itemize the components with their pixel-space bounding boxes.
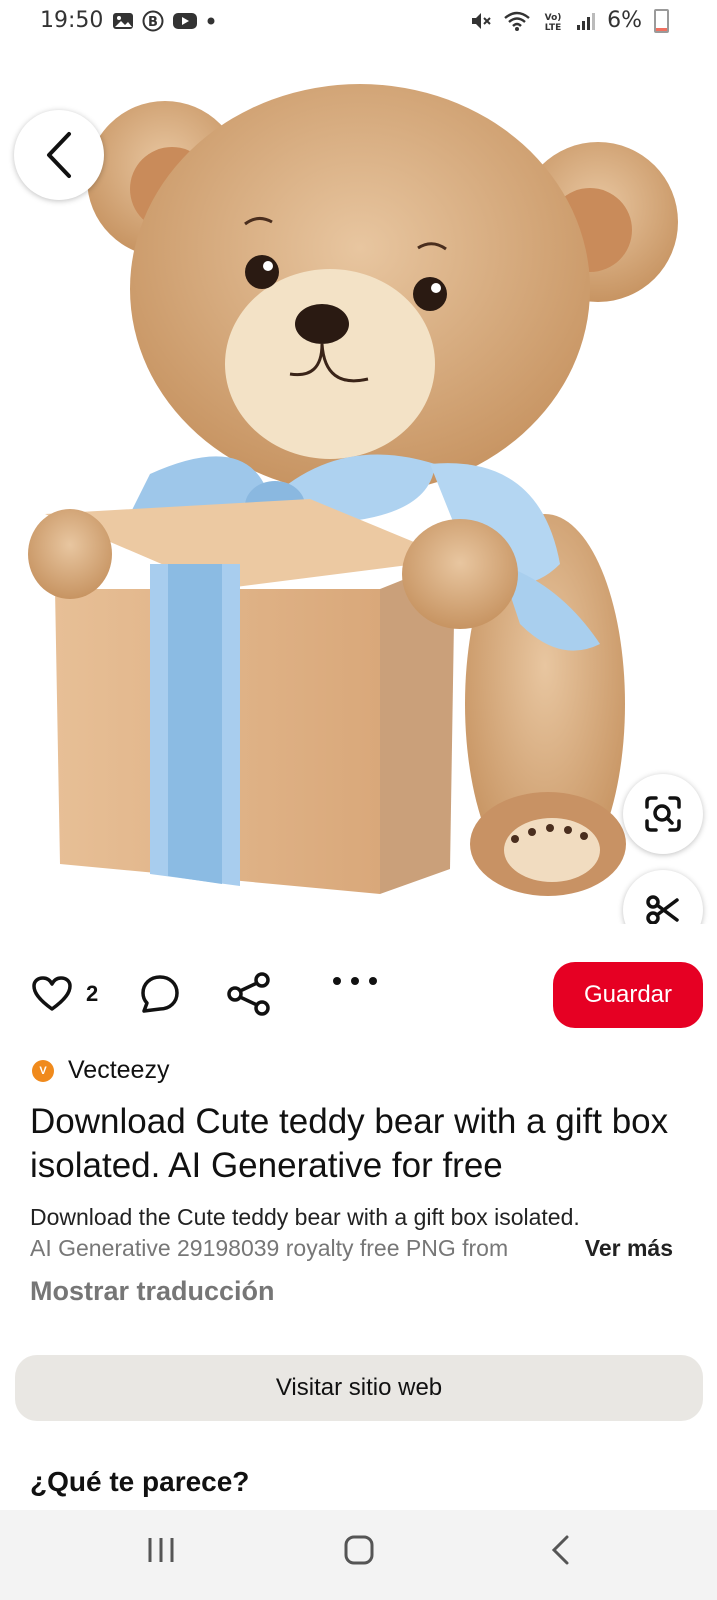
recents-icon [148,1538,174,1562]
recents-button[interactable] [145,1534,177,1571]
back-button[interactable] [14,110,104,200]
visit-website-button[interactable]: Visitar sitio web [15,1355,703,1421]
svg-text:Vo): Vo) [545,13,562,23]
youtube-icon [173,13,197,29]
back-icon [551,1535,569,1565]
share-icon [227,972,270,1016]
lens-search-icon [645,796,681,832]
see-more-link[interactable]: Ver más [572,1233,673,1264]
battery-icon [654,8,669,33]
source-name: Vecteezy [68,1056,170,1084]
heart-icon [32,976,72,1011]
more-options-button[interactable] [332,974,378,993]
like-button[interactable]: 2 [32,976,98,1012]
like-count: 2 [86,981,99,1006]
action-row: 2 Guardar [0,950,717,1040]
svg-text:B: B [148,15,158,30]
signal-icon [577,12,596,30]
visual-search-button[interactable] [623,774,703,854]
scissors-icon [646,895,679,924]
system-back-button[interactable] [549,1534,573,1571]
pin-image[interactable] [0,44,717,924]
gallery-icon [113,13,133,29]
volte-icon: Vo)LTE [545,13,562,32]
battery-percent: 6% [607,8,642,33]
share-button[interactable] [226,972,272,1021]
home-icon [344,1535,374,1565]
status-bar: 19:50 B Vo) LTE 6% [0,0,717,44]
home-button[interactable] [343,1534,375,1571]
feedback-heading: ¿Qué te parece? [30,1466,250,1497]
status-time: 19:50 [40,8,104,33]
svg-text:LTE: LTE [545,23,562,32]
dot-icon [207,17,215,25]
chevron-left-icon [47,132,71,178]
pin-title: Download Cute teddy bear with a gift box… [30,1102,669,1185]
description-line-1: Download the Cute teddy bear with a gift… [30,1204,580,1230]
teddy-bear-illustration [28,84,678,896]
system-nav-bar [0,1510,717,1600]
more-icon [333,977,377,985]
wifi-icon [504,11,530,31]
description-line-2: AI Generative 29198039 royalty free PNG … [30,1235,509,1261]
save-button[interactable]: Guardar [553,962,703,1028]
pin-source[interactable]: V Vecteezy [32,1056,169,1085]
pin-description: Download the Cute teddy bear with a gift… [30,1202,695,1264]
comment-button[interactable] [140,974,180,1019]
mute-icon [472,12,491,29]
comment-icon [141,975,179,1013]
source-logo-icon: V [32,1059,54,1082]
show-translation-link[interactable]: Mostrar traducción [30,1276,275,1307]
b-app-icon: B [142,10,164,32]
